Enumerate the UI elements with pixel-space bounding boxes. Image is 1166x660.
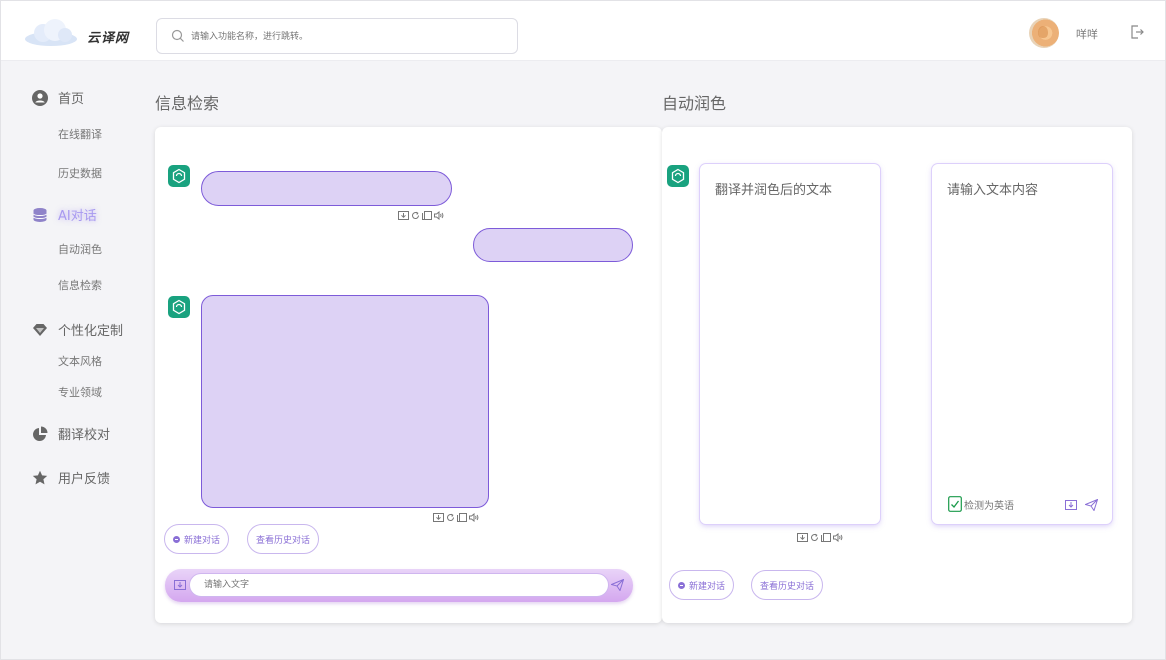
search-input[interactable] [191, 28, 501, 46]
search-box[interactable] [156, 18, 518, 54]
message-actions [398, 211, 444, 220]
speaker-icon[interactable] [434, 211, 444, 220]
sidebar-item-label: 个性化定制 [58, 324, 124, 339]
view-history-button[interactable]: 查看历史对话 [751, 570, 824, 600]
bot-message-bubble [201, 295, 489, 508]
sidebar-subitem-domain[interactable]: 专业领域 [58, 384, 102, 400]
view-history-label: 查看历史对话 [256, 535, 311, 546]
new-chat-label: 新建对话 [689, 581, 726, 592]
copy-icon[interactable] [422, 211, 432, 220]
sidebar-subitem-text-style[interactable]: 文本风格 [58, 353, 102, 369]
save-icon[interactable] [433, 513, 444, 522]
username[interactable]: 咩咩 [1076, 26, 1098, 42]
user-message-bubble [473, 228, 633, 262]
bot-avatar-icon [168, 165, 190, 187]
detect-label: 检测为英语 [964, 500, 1014, 512]
save-icon[interactable] [797, 533, 808, 542]
sidebar-item-feedback[interactable]: 用户反馈 [32, 468, 110, 487]
auto-polish-title: 自动润色 [662, 94, 727, 113]
database-icon [33, 207, 47, 222]
sidebar-subitem-history-data[interactable]: 历史数据 [58, 165, 102, 181]
user-circle-icon [32, 89, 48, 106]
message-actions [433, 513, 479, 522]
sidebar-item-proofreading[interactable]: 翻译校对 [32, 424, 110, 443]
sidebar: 首页 在线翻译 历史数据 AI对话 自动润色 信息检索 个性化定制 文本风格 专… [0, 62, 150, 652]
language-detect: 检测为英语 [948, 496, 1014, 512]
sidebar-item-home[interactable]: 首页 [32, 88, 84, 107]
info-retrieval-title: 信息检索 [155, 94, 220, 113]
checkbox-checked-icon[interactable] [948, 496, 962, 512]
sidebar-item-ai-chat[interactable]: AI对话 [32, 205, 97, 224]
refresh-icon[interactable] [810, 533, 819, 542]
sidebar-item-label: 翻译校对 [58, 428, 111, 443]
text-input-placeholder[interactable]: 请输入文本内容 [947, 179, 1038, 198]
sidebar-item-label: AI对话 [58, 209, 97, 224]
new-chat-button[interactable]: 新建对话 [669, 570, 735, 600]
save-icon[interactable] [398, 211, 409, 220]
app-logo[interactable]: 云译网 [23, 15, 133, 51]
speaker-icon[interactable] [469, 513, 479, 522]
new-chat-label: 新建对话 [184, 535, 221, 546]
top-header: 云译网 咩咩 [1, 1, 1165, 61]
view-history-button[interactable]: 查看历史对话 [247, 524, 320, 554]
polished-output-card: 翻译并润色后的文本 [700, 164, 880, 524]
bot-avatar-icon [667, 165, 689, 187]
copy-icon[interactable] [457, 513, 467, 522]
star-icon [32, 470, 48, 484]
sidebar-subitem-info-retrieval[interactable]: 信息检索 [58, 277, 102, 293]
sidebar-item-label: 用户反馈 [58, 472, 111, 487]
polished-output-text: 翻译并润色后的文本 [715, 183, 833, 198]
chat-input-bar [165, 569, 633, 602]
plus-icon [173, 535, 180, 543]
sidebar-item-label: 首页 [58, 92, 85, 107]
bot-avatar-icon [168, 296, 190, 318]
bot-message-bubble [201, 171, 452, 206]
upload-icon[interactable] [1065, 500, 1077, 510]
cloud-logo-icon [25, 19, 77, 46]
avatar[interactable] [1029, 18, 1059, 48]
output-actions [797, 533, 843, 542]
sidebar-subitem-online-translate[interactable]: 在线翻译 [58, 126, 102, 142]
chat-input[interactable] [189, 573, 609, 597]
app-name: 云译网 [87, 31, 130, 46]
sidebar-subitem-auto-polish[interactable]: 自动润色 [58, 241, 102, 257]
diamond-icon [33, 323, 47, 336]
upload-icon[interactable] [174, 580, 186, 590]
logout-icon[interactable] [1129, 24, 1145, 40]
view-history-label: 查看历史对话 [760, 581, 815, 592]
plus-icon [678, 581, 685, 589]
new-chat-button[interactable]: 新建对话 [164, 524, 230, 554]
pie-chart-icon [33, 426, 48, 441]
refresh-icon[interactable] [411, 211, 420, 220]
copy-icon[interactable] [821, 533, 831, 542]
sidebar-item-customization[interactable]: 个性化定制 [32, 320, 123, 339]
speaker-icon[interactable] [833, 533, 843, 542]
search-icon [171, 29, 184, 42]
send-icon[interactable] [1085, 499, 1098, 511]
send-icon[interactable] [611, 579, 624, 591]
text-input-card[interactable]: 请输入文本内容 检测为英语 [932, 164, 1112, 524]
refresh-icon[interactable] [446, 513, 455, 522]
